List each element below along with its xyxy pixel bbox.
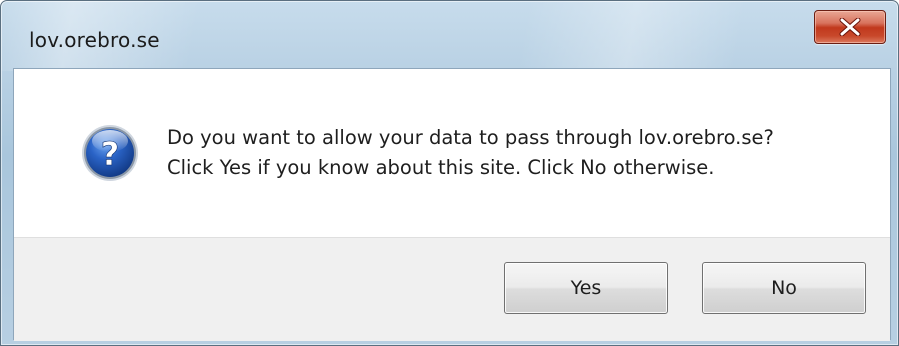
- dialog-body: ? Do you want to allow your data to pass…: [13, 68, 891, 341]
- message-line-2: Click Yes if you know about this site. C…: [167, 156, 715, 179]
- close-icon: [839, 18, 861, 36]
- message-line-1: Do you want to allow your data to pass t…: [167, 126, 774, 149]
- message-area: ? Do you want to allow your data to pass…: [14, 69, 890, 237]
- button-bar: Yes No: [14, 237, 890, 341]
- yes-button[interactable]: Yes: [504, 262, 668, 314]
- question-icon: ?: [82, 125, 138, 181]
- dialog-message: Do you want to allow your data to pass t…: [167, 123, 774, 183]
- dialog-window: lov.orebro.se ? Do you want to allow you…: [0, 0, 899, 346]
- close-button[interactable]: [814, 10, 886, 44]
- window-title: lov.orebro.se: [29, 28, 160, 52]
- svg-text:?: ?: [101, 135, 120, 173]
- no-button[interactable]: No: [702, 262, 866, 314]
